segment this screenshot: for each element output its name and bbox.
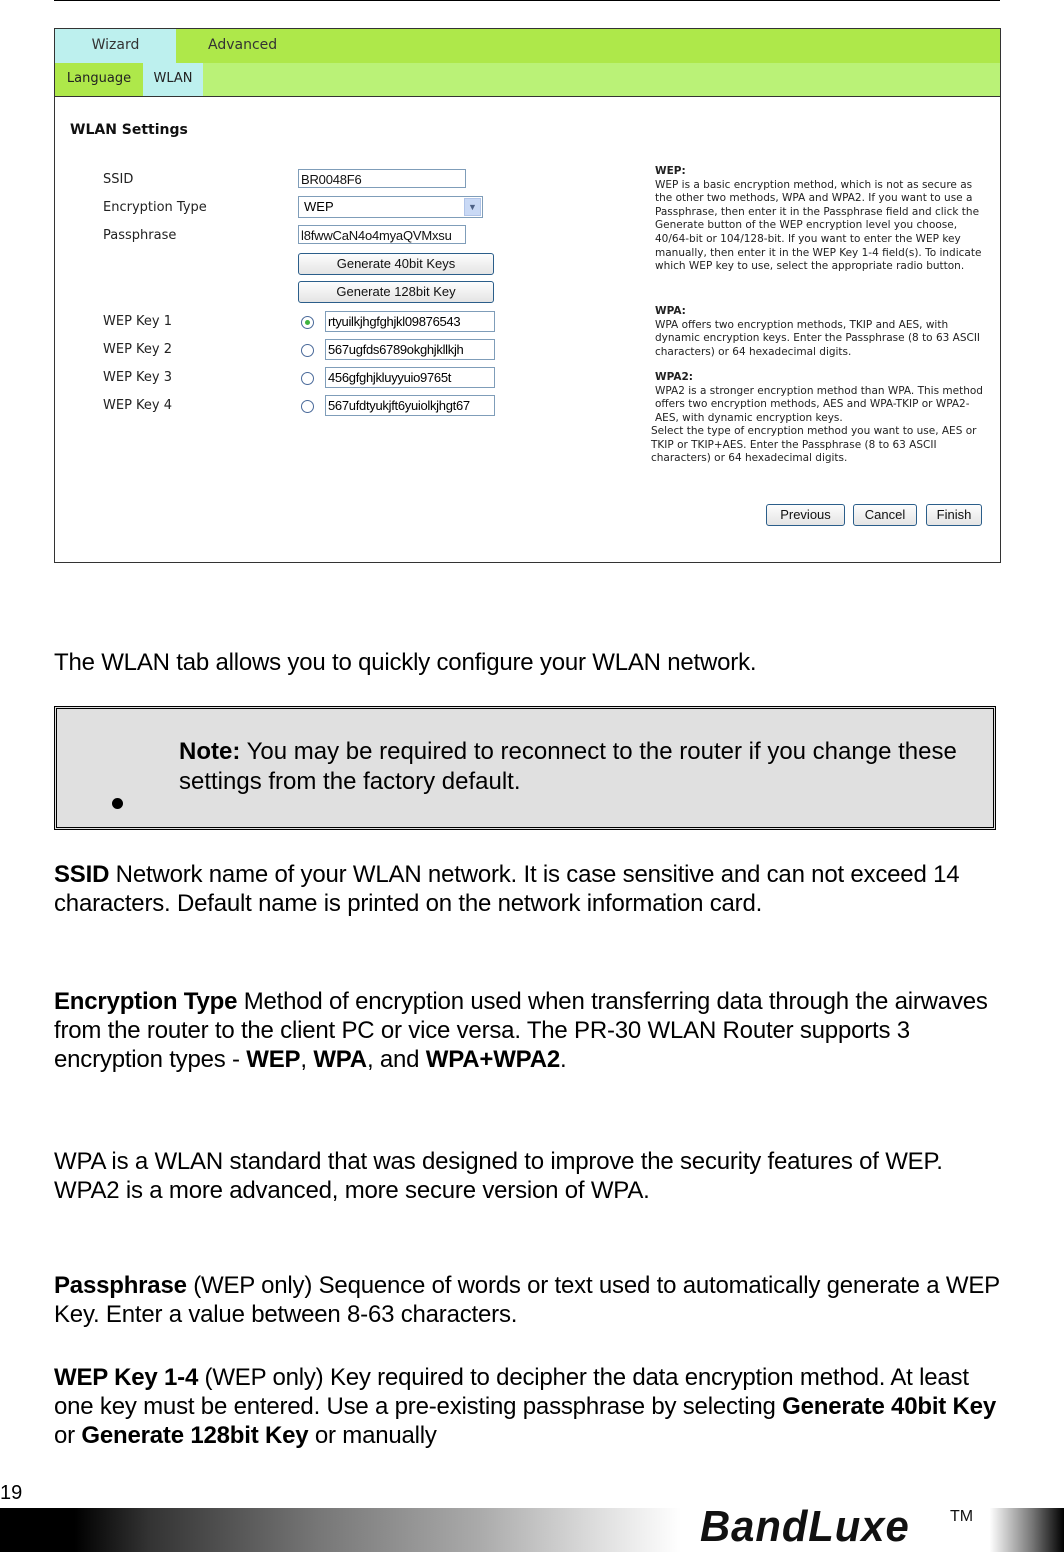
ssid-desc: Network name of your WLAN network. It is… <box>54 861 960 917</box>
help-wpa2-text2: Select the type of encryption method you… <box>651 425 977 465</box>
chevron-down-icon[interactable]: ▼ <box>464 198 481 216</box>
secondary-tab-bar: Language WLAN <box>55 63 1000 97</box>
help-wpa2-select: Select the type of encryption method you… <box>651 425 981 466</box>
wep-key-3-label: WEP Key 3 <box>103 370 173 385</box>
passphrase-term: Passphrase <box>54 1272 187 1299</box>
encryption-paragraph: Encryption Type Method of encryption use… <box>54 987 1004 1074</box>
tab-advanced[interactable]: Advanced <box>208 29 277 63</box>
help-wep-text: WEP is a basic encryption method, which … <box>655 178 982 273</box>
wep-key-2-radio[interactable] <box>301 344 314 357</box>
encryption-type-label: Encryption Type <box>103 200 207 215</box>
wep-key-end: or manually <box>308 1422 437 1449</box>
previous-button[interactable]: Previous <box>766 504 845 526</box>
encryption-term: Encryption Type <box>54 988 238 1015</box>
gen40-ref: Generate 40bit Key <box>782 1393 996 1420</box>
passphrase-paragraph: Passphrase (WEP only) Sequence of words … <box>54 1271 1004 1329</box>
top-rule <box>54 0 1000 1</box>
wep-key-4-label: WEP Key 4 <box>103 398 173 413</box>
wpa-paragraph: WPA is a WLAN standard that was designed… <box>54 1148 943 1204</box>
ssid-paragraph: SSID Network name of your WLAN network. … <box>54 860 1004 918</box>
brand-logo: BandLuxe <box>700 1502 910 1551</box>
trademark: TM <box>950 1508 974 1525</box>
intro-paragraph: The WLAN tab allows you to quickly confi… <box>54 649 757 676</box>
section-title: WLAN Settings <box>70 122 188 138</box>
wep-key-2-input[interactable]: 567ugfds6789okghjkllkjh <box>325 339 495 360</box>
finish-button[interactable]: Finish <box>926 504 982 526</box>
note-body: You may be required to reconnect to the … <box>179 738 957 795</box>
passphrase-input[interactable]: l8fwwCaN4o4myaQVMxsu <box>298 225 466 244</box>
wep-key-4-radio[interactable] <box>301 400 314 413</box>
note-box: Note: You may be required to reconnect t… <box>54 706 996 830</box>
encryption-type-select[interactable]: WEP ▼ <box>298 196 483 218</box>
bullet-icon <box>112 798 123 809</box>
enc-end: . <box>559 1046 567 1073</box>
ssid-input[interactable]: BR0048F6 <box>298 169 466 188</box>
help-wpa-text: WPA offers two encryption methods, TKIP … <box>655 318 981 358</box>
wlan-settings-screenshot: Wizard Advanced Language WLAN WLAN Setti… <box>54 28 1001 563</box>
primary-tab-bar: Wizard Advanced <box>55 29 1000 63</box>
wep-key-3-input[interactable]: 456gfghjkluyyuio9765t <box>325 367 495 388</box>
page-number: 19 <box>0 1482 23 1504</box>
wep-key-paragraph: WEP Key 1-4 (WEP only) Key required to d… <box>54 1363 1004 1450</box>
wep-key-4-input[interactable]: 567ufdtyukjft6yuiolkjhgt67 <box>325 395 495 416</box>
tab-language[interactable]: Language <box>55 63 143 96</box>
ssid-term: SSID <box>54 861 110 888</box>
wep-key-term: WEP Key 1-4 <box>54 1364 199 1391</box>
enc-wep: WEP <box>246 1046 301 1073</box>
note-text: Note: You may be required to reconnect t… <box>179 737 979 797</box>
wep-key-1-label: WEP Key 1 <box>103 314 173 329</box>
help-wpa: WPA: WPA offers two encryption methods, … <box>655 305 985 359</box>
enc-wpa2: WPA+WPA2 <box>425 1046 560 1073</box>
help-wep: WEP: WEP is a basic encryption method, w… <box>655 165 985 274</box>
wep-key-or: or <box>54 1422 82 1449</box>
help-wpa2: WPA2: WPA2 is a stronger encryption meth… <box>655 371 985 425</box>
help-wep-title: WEP: <box>655 165 686 177</box>
wep-key-2-label: WEP Key 2 <box>103 342 173 357</box>
generate-128bit-button[interactable]: Generate 128bit Key <box>298 281 494 303</box>
help-wpa2-text: WPA2 is a stronger encryption method tha… <box>655 384 983 424</box>
gen128-ref: Generate 128bit Key <box>81 1422 309 1449</box>
cancel-button[interactable]: Cancel <box>853 504 917 526</box>
ssid-label: SSID <box>103 172 134 187</box>
enc-sep: , and <box>366 1046 426 1073</box>
enc-wpa: WPA <box>313 1046 367 1073</box>
help-wpa-title: WPA: <box>655 305 686 317</box>
wep-key-1-radio[interactable] <box>301 316 314 329</box>
passphrase-desc: (WEP only) Sequence of words or text use… <box>54 1272 1000 1328</box>
wep-key-1-input[interactable]: rtyuilkjhgfghjkl09876543 <box>325 311 495 332</box>
help-wpa2-title: WPA2: <box>655 371 693 383</box>
generate-40bit-button[interactable]: Generate 40bit Keys <box>298 253 494 275</box>
note-label: Note: <box>179 738 241 765</box>
wep-key-3-radio[interactable] <box>301 372 314 385</box>
passphrase-label: Passphrase <box>103 228 177 243</box>
enc-sep: , <box>300 1046 314 1073</box>
tab-wlan[interactable]: WLAN <box>143 63 203 96</box>
encryption-type-value: WEP <box>304 199 334 214</box>
tab-wizard[interactable]: Wizard <box>55 29 176 63</box>
